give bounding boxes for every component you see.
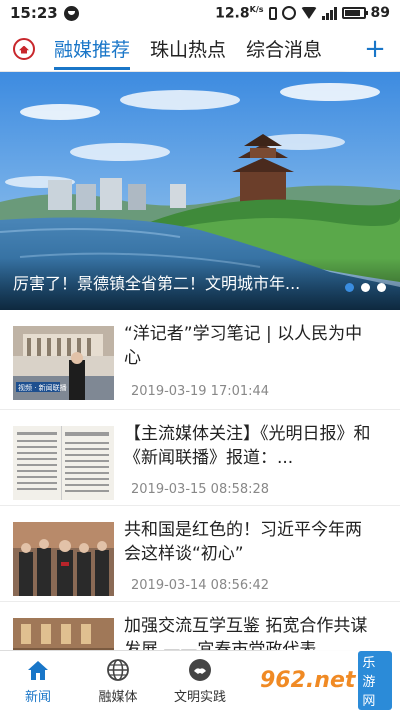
tab-strip: 融媒推荐 珠山热点 综合消息	[48, 26, 356, 72]
network-speed: 12.8K/s	[215, 5, 263, 22]
watermark: 962.net 乐游网	[260, 650, 400, 711]
channel-tabs: 融媒推荐 珠山热点 综合消息 +	[0, 26, 400, 72]
status-indicators: 12.8K/s 89	[215, 5, 390, 22]
carousel-dot[interactable]	[361, 283, 370, 292]
nav-civilization-practice[interactable]: 文明实践	[160, 651, 240, 711]
news-item[interactable]: 【主流媒体关注】《光明日报》和《新闻联播》报道：... 2019-03-15 0…	[0, 410, 400, 506]
carousel-indicator	[345, 283, 386, 292]
status-bar: 15:23 12.8K/s 89	[0, 0, 400, 26]
wifi-icon	[300, 7, 317, 19]
news-title[interactable]: 加强交流互学互鉴 拓宽合作共谋发展 ——宜春市党政代表...	[124, 614, 378, 650]
add-channel-button[interactable]: +	[350, 26, 400, 71]
nav-media[interactable]: 融媒体	[76, 651, 160, 711]
network-speed-value: 12.8	[215, 5, 250, 22]
nav-news-label: 新闻	[24, 690, 51, 705]
news-item[interactable]: 共和国是红色的！习近平今年两会这样谈“初心” 2019-03-14 08:56:…	[0, 506, 400, 602]
alarm-icon	[281, 6, 296, 20]
watermark-text: 962.net	[260, 668, 356, 693]
nav-civilization-label: 文明实践	[173, 690, 226, 705]
status-time: 15:23	[10, 4, 58, 22]
news-title[interactable]: 共和国是红色的！习近平今年两会这样谈“初心”	[124, 518, 378, 566]
handshake-icon	[188, 658, 212, 682]
nav-news[interactable]: 新闻	[0, 651, 76, 711]
watermark-sub: 乐游网	[358, 651, 392, 710]
news-title[interactable]: 【主流媒体关注】《光明日报》和《新闻联播》报道：...	[124, 422, 378, 470]
signal-icon	[321, 6, 337, 20]
news-title[interactable]: “洋记者”学习笔记 | 以人民为中心	[124, 322, 378, 370]
news-thumbnail	[13, 426, 114, 500]
news-list: 视频 · 新闻联播 “洋记者”学习笔记 | 以人民为中心 2019-03-19 …	[0, 310, 400, 650]
network-speed-unit: K/s	[249, 4, 264, 14]
vibrate-icon	[268, 6, 277, 20]
banner-caption[interactable]: 厉害了！景德镇全省第二！文明城市年...	[13, 270, 331, 294]
notification-icon	[63, 5, 79, 21]
carousel-dot[interactable]	[377, 283, 386, 292]
banner-carousel[interactable]: 厉害了！景德镇全省第二！文明城市年...	[0, 72, 400, 310]
globe-icon	[106, 658, 130, 682]
battery-level: 89	[370, 5, 390, 21]
news-time: 2019-03-19 17:01:44	[131, 384, 270, 399]
carousel-dot[interactable]	[345, 283, 354, 292]
news-item[interactable]: 加强交流互学互鉴 拓宽合作共谋发展 ——宜春市党政代表...	[0, 602, 400, 650]
nav-media-label: 融媒体	[98, 690, 138, 705]
home-icon	[26, 658, 50, 682]
tab-general-news[interactable]: 综合消息	[240, 26, 328, 72]
news-thumbnail	[13, 522, 114, 596]
news-item[interactable]: 视频 · 新闻联播 “洋记者”学习笔记 | 以人民为中心 2019-03-19 …	[0, 310, 400, 410]
thumbnail-label: 视频 · 新闻联播	[18, 384, 67, 392]
app-logo[interactable]	[13, 37, 35, 60]
news-time: 2019-03-14 08:56:42	[131, 578, 270, 593]
news-thumbnail	[13, 618, 114, 650]
news-thumbnail: 视频 · 新闻联播	[13, 326, 114, 400]
tab-zhushan-hot[interactable]: 珠山热点	[144, 26, 232, 72]
battery-icon	[341, 7, 368, 19]
tab-recommend[interactable]: 融媒推荐	[48, 26, 136, 72]
news-time: 2019-03-15 08:58:28	[131, 482, 270, 497]
